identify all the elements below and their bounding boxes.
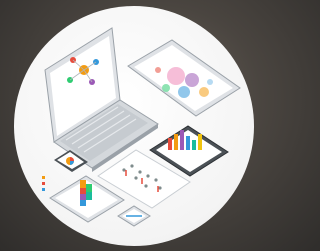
color-swatches	[42, 176, 45, 191]
tablet-icon	[127, 39, 241, 117]
devices-illustration	[0, 0, 254, 251]
phone-icon	[117, 205, 151, 227]
pie-chart-icon	[66, 157, 74, 165]
laptop-icon	[44, 27, 159, 172]
isometric-devices-art	[42, 27, 241, 227]
